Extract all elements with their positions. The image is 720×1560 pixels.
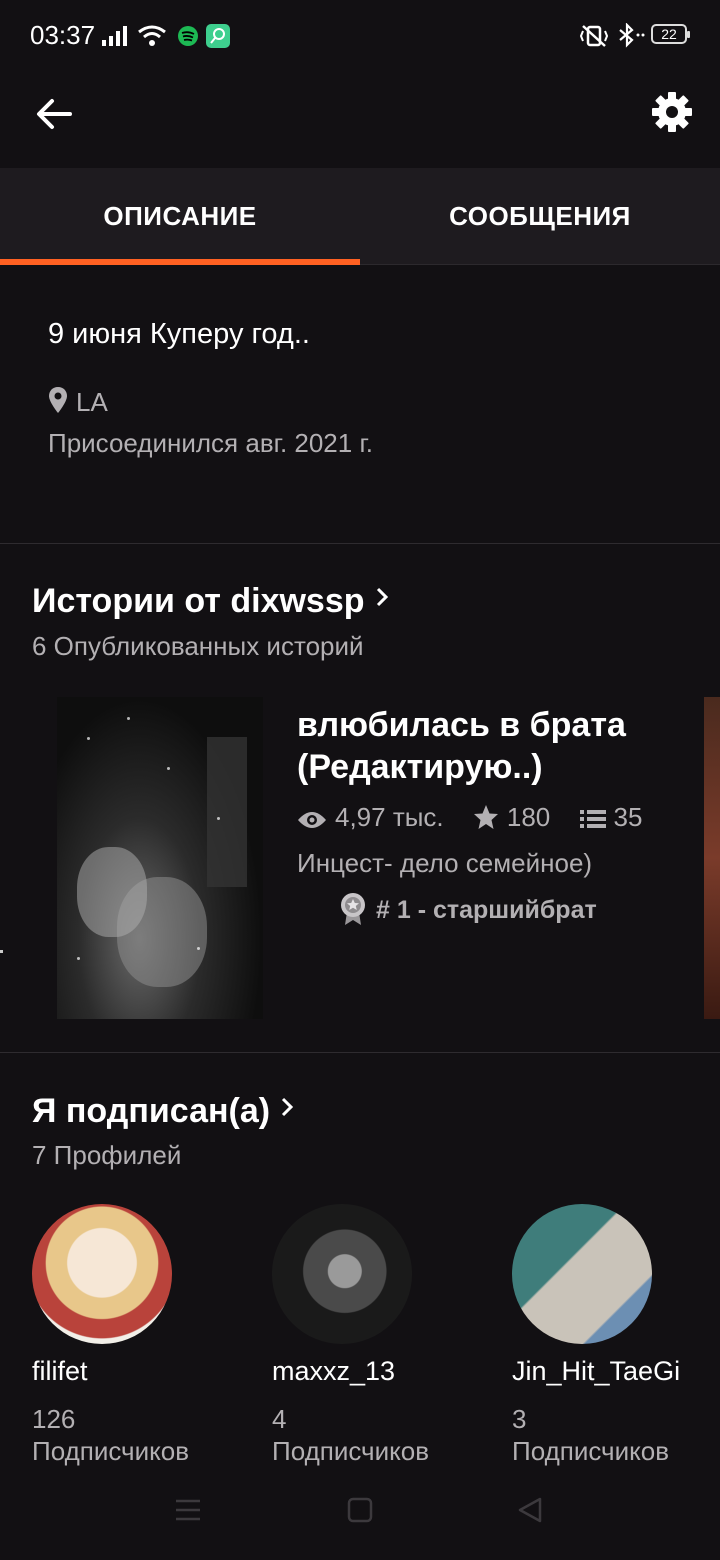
avatar[interactable] bbox=[272, 1204, 412, 1344]
story-stats: 4,97 тыс. 180 35 bbox=[297, 802, 664, 833]
tab-description[interactable]: ОПИСАНИЕ bbox=[0, 168, 360, 265]
tab-description-label: ОПИСАНИЕ bbox=[103, 201, 257, 231]
back-arrow-icon[interactable] bbox=[28, 86, 84, 142]
list-icon bbox=[579, 810, 606, 828]
avatar[interactable] bbox=[32, 1204, 172, 1344]
medal-icon bbox=[341, 893, 365, 925]
tab-messages-label: СООБЩЕНИЯ bbox=[449, 201, 631, 231]
follower-label: Подписчиков bbox=[32, 1436, 190, 1466]
follower-count: 3 bbox=[512, 1404, 527, 1434]
following-section-title[interactable]: Я подписан(а) bbox=[32, 1092, 294, 1131]
reads-count: 4,97 тыс. bbox=[335, 802, 444, 832]
story-title[interactable]: влюбилась в брата (Редактирую..) bbox=[297, 704, 697, 788]
stories-subtitle: 6 Опубликованных историй bbox=[32, 631, 364, 661]
wifi-icon bbox=[138, 25, 166, 46]
story-tagline: Инцест- дело семейное) bbox=[297, 848, 593, 878]
gear-icon[interactable] bbox=[644, 86, 700, 142]
app-notification-icon bbox=[206, 24, 230, 48]
home-square-icon[interactable] bbox=[346, 1496, 374, 1524]
story-rank: # 1 - старшийбрат bbox=[338, 892, 597, 926]
parts-stat: 35 bbox=[579, 802, 643, 833]
avatar[interactable] bbox=[512, 1204, 652, 1344]
status-bar: 03:37 22 bbox=[0, 0, 720, 72]
chevron-right-icon bbox=[376, 587, 388, 607]
votes-stat: 180 bbox=[473, 802, 550, 833]
stories-title-text: Истории от dixwssp bbox=[32, 582, 365, 620]
parts-count: 35 bbox=[613, 802, 643, 832]
follower-label: Подписчиков bbox=[512, 1436, 670, 1466]
stories-section-title[interactable]: Истории от dixwssp bbox=[32, 582, 389, 621]
profile-description: 9 июня Куперу год.. bbox=[48, 318, 310, 350]
profile-name[interactable]: maxxz_13 bbox=[272, 1356, 395, 1387]
recents-menu-icon[interactable] bbox=[174, 1496, 202, 1524]
signal-icon bbox=[102, 26, 127, 46]
reads-stat: 4,97 тыс. bbox=[297, 802, 444, 833]
joined-date: Присоединился авг. 2021 г. bbox=[48, 428, 373, 458]
vibrate-off-icon bbox=[580, 25, 608, 47]
carousel-edge bbox=[0, 950, 3, 953]
status-time: 03:37 bbox=[30, 20, 96, 50]
next-story-cover[interactable] bbox=[704, 697, 720, 1019]
back-triangle-icon[interactable] bbox=[516, 1496, 544, 1524]
section-divider bbox=[0, 1052, 720, 1053]
spotify-icon bbox=[178, 26, 198, 46]
map-pin-icon bbox=[49, 387, 67, 413]
profile-name[interactable]: Jin_Hit_TaeGi bbox=[512, 1356, 680, 1387]
location-text: LA bbox=[76, 387, 108, 417]
chevron-right-icon bbox=[282, 1097, 294, 1117]
location-row: LA bbox=[48, 386, 108, 418]
active-tab-indicator bbox=[0, 259, 360, 265]
star-icon bbox=[473, 805, 498, 829]
profile-name[interactable]: filifet bbox=[32, 1356, 88, 1387]
section-divider bbox=[0, 543, 720, 544]
following-title-text: Я подписан(а) bbox=[32, 1092, 271, 1130]
battery-indicator: 22 bbox=[651, 24, 690, 44]
follower-count: 4 bbox=[272, 1404, 287, 1434]
follower-count: 126 bbox=[32, 1404, 76, 1434]
follower-label: Подписчиков bbox=[272, 1436, 430, 1466]
eye-icon bbox=[298, 812, 326, 828]
following-subtitle: 7 Профилей bbox=[32, 1140, 182, 1170]
votes-count: 180 bbox=[506, 802, 551, 832]
bluetooth-icon bbox=[619, 23, 645, 48]
app-bar bbox=[0, 72, 720, 168]
tab-messages[interactable]: СООБЩЕНИЯ bbox=[360, 168, 720, 264]
profile-tabs: ОПИСАНИЕ СООБЩЕНИЯ bbox=[0, 168, 720, 265]
rank-text: # 1 - старшийбрат bbox=[376, 896, 597, 924]
story-cover-image[interactable] bbox=[57, 697, 263, 1019]
